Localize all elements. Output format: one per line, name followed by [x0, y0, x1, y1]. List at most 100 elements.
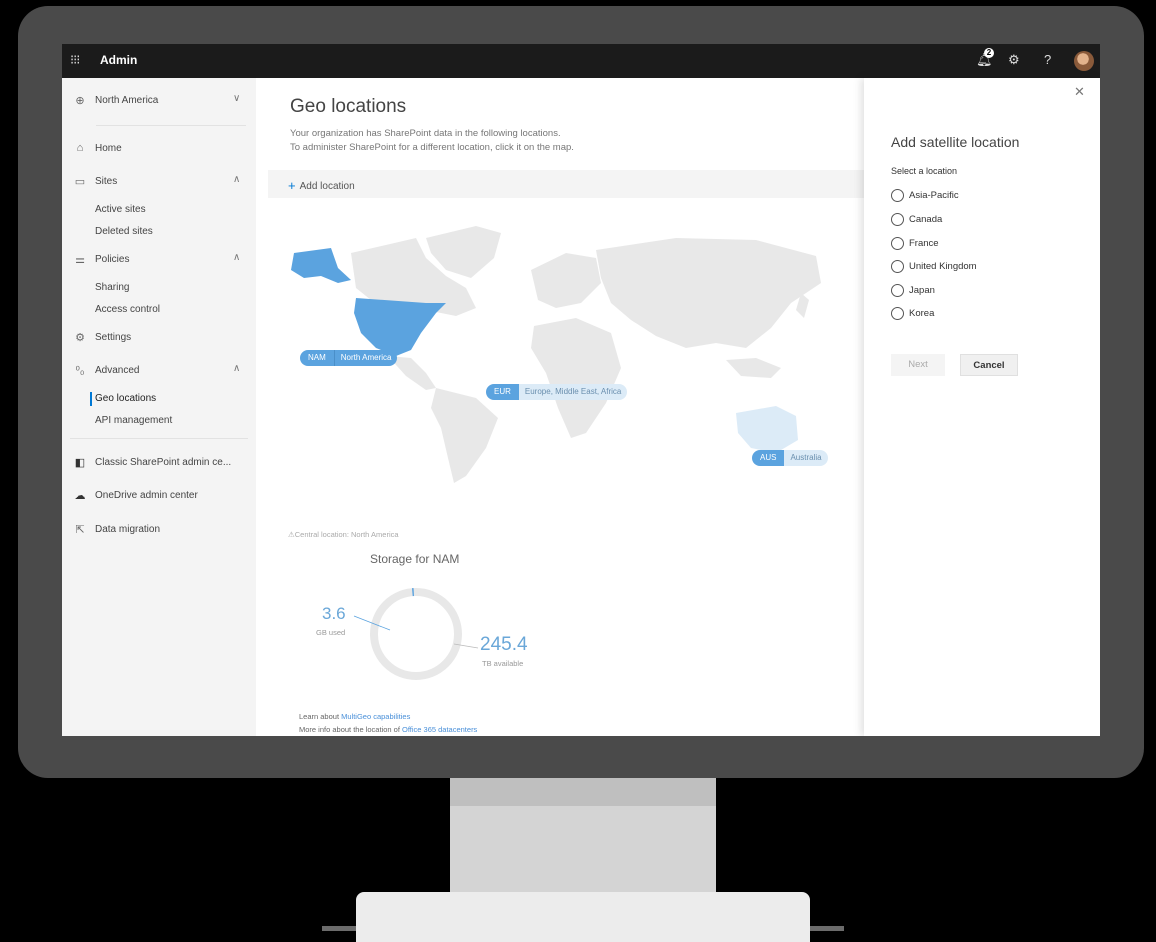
sidebar-item-sites[interactable]: ▭ Sites ∧	[62, 171, 256, 193]
datacenters-link[interactable]: Office 365 datacenters	[402, 725, 477, 734]
select-location-label: Select a location	[891, 166, 958, 176]
region-selector[interactable]: ⊕ North America ∨	[62, 90, 256, 112]
sidebar-item-api-management[interactable]: API management	[62, 410, 256, 432]
location-code: EUR	[486, 384, 519, 400]
location-pill-eur[interactable]: EUR Europe, Middle East, Africa	[486, 384, 628, 400]
next-button[interactable]: Next	[891, 354, 945, 376]
radio-canada[interactable]: Canada	[891, 211, 942, 227]
command-bar: + Add location	[268, 170, 864, 198]
panel-title: Add satellite location	[891, 134, 1020, 150]
radio-label: Korea	[909, 307, 935, 319]
policies-icon: ⚌	[75, 254, 85, 266]
app-title: Admin	[100, 53, 138, 67]
sharepoint-icon: ◧	[74, 457, 86, 469]
help-icon[interactable]: ?	[1044, 52, 1051, 67]
sidebar-item-label: Home	[95, 143, 122, 154]
radio-japan[interactable]: Japan	[891, 282, 935, 298]
map-se-asia	[726, 358, 781, 378]
chevron-up-icon: ∧	[233, 252, 241, 263]
learn-more-text: Learn about MultiGeo capabilities	[299, 712, 410, 721]
sidebar: ⊕ North America ∨ ⌂ Home ▭ Sites ∧ Activ…	[62, 78, 256, 736]
radio-circle	[891, 236, 904, 250]
sidebar-item-label: Data migration	[95, 524, 161, 535]
radio-korea[interactable]: Korea	[891, 305, 934, 321]
storage-title: Storage for NAM	[370, 552, 460, 566]
location-code: AUS	[752, 450, 785, 466]
sidebar-item-classic-sharepoint[interactable]: ◧ Classic SharePoint admin ce...	[62, 452, 256, 474]
page-description: Your organization has SharePoint data in…	[290, 128, 561, 139]
sidebar-item-deleted-sites[interactable]: Deleted sites	[62, 221, 256, 243]
more-info-text: More info about the location of Office 3…	[299, 725, 477, 734]
world-map[interactable]	[276, 208, 856, 488]
warning-icon: ⚠	[288, 530, 295, 539]
chevron-down-icon: ∨	[233, 93, 241, 104]
monitor-base-edge	[810, 926, 844, 931]
monitor-base-edge	[322, 926, 356, 931]
sidebar-item-advanced[interactable]: ⁰₀ Advanced ∧	[62, 360, 256, 382]
screen: ⁝⁝⁝ Admin 🔔︎ 2 ⚙ ? ⊕ North America ∨ ⌂ H…	[62, 44, 1100, 736]
main-content: Geo locations Your organization has Shar…	[256, 78, 864, 736]
map-usa	[354, 298, 446, 356]
sidebar-item-policies[interactable]: ⚌ Policies ∧	[62, 249, 256, 271]
central-location-note: ⚠Central location: North America	[288, 530, 399, 539]
home-icon: ⌂	[76, 142, 84, 154]
add-location-button[interactable]: + Add location	[288, 177, 355, 193]
notification-badge: 2	[984, 48, 994, 58]
radio-united-kingdom[interactable]: United Kingdom	[891, 258, 977, 274]
sidebar-item-settings[interactable]: ⚙ Settings	[62, 327, 256, 349]
cancel-button[interactable]: Cancel	[960, 354, 1018, 376]
sidebar-item-sharing[interactable]: Sharing	[62, 277, 256, 299]
monitor-base	[356, 892, 810, 942]
storage-available-value: 245.4	[480, 634, 528, 655]
multigeo-link[interactable]: MultiGeo capabilities	[341, 712, 410, 721]
radio-france[interactable]: France	[891, 235, 939, 251]
radio-label: United Kingdom	[909, 260, 977, 272]
location-pill-nam[interactable]: NAM North America	[300, 350, 398, 366]
radio-label: Canada	[909, 213, 943, 225]
location-name: Australia	[784, 450, 828, 466]
sidebar-item-access-control[interactable]: Access control	[62, 299, 256, 321]
close-icon[interactable]: ✕	[1074, 84, 1085, 100]
gear-icon[interactable]: ⚙	[1008, 52, 1020, 68]
storage-used-value: 3.6	[322, 604, 346, 623]
sidebar-item-label: Advanced	[95, 365, 140, 376]
page-title: Geo locations	[290, 96, 407, 117]
radio-circle	[891, 212, 904, 226]
app-launcher-icon[interactable]: ⁝⁝⁝	[70, 53, 84, 67]
migration-icon: ⇱	[75, 524, 85, 536]
radio-label: Japan	[909, 284, 935, 296]
sidebar-item-onedrive[interactable]: ☁ OneDrive admin center	[62, 485, 256, 507]
radio-label: France	[909, 237, 939, 249]
advanced-icon: ⁰₀	[75, 365, 85, 377]
gear-icon: ⚙	[75, 332, 85, 344]
map-asia	[596, 238, 821, 348]
divider	[70, 438, 248, 439]
radio-circle	[891, 188, 904, 202]
map-south-america	[431, 388, 498, 483]
radio-label: Asia-Pacific	[909, 189, 959, 201]
sidebar-item-label: API management	[95, 415, 173, 426]
map-africa	[531, 318, 621, 438]
sidebar-item-label: Sharing	[95, 282, 130, 293]
location-name: North America	[333, 350, 398, 366]
divider	[96, 125, 246, 126]
monitor-neck-shade	[450, 778, 716, 806]
central-location-text: Central location: North America	[294, 530, 399, 539]
top-bar: ⁝⁝⁝ Admin 🔔︎ 2 ⚙ ?	[62, 44, 1100, 78]
sidebar-item-data-migration[interactable]: ⇱ Data migration	[62, 519, 256, 541]
sidebar-item-active-sites[interactable]: Active sites	[62, 199, 256, 221]
avatar[interactable]	[1074, 51, 1094, 71]
plus-icon: +	[288, 178, 296, 193]
sidebar-item-label: Active sites	[95, 204, 146, 215]
sidebar-item-geo-locations[interactable]: Geo locations	[62, 388, 256, 410]
chevron-up-icon: ∧	[233, 174, 241, 185]
add-satellite-panel: ✕ Add satellite location Select a locati…	[864, 78, 1100, 736]
page-description: To administer SharePoint for a different…	[290, 142, 574, 153]
radio-asia-pacific[interactable]: Asia-Pacific	[891, 187, 959, 203]
location-pill-aus[interactable]: AUS Australia	[752, 450, 828, 466]
storage-used-label: GB used	[316, 628, 346, 637]
sidebar-item-label: Access control	[95, 304, 161, 315]
radio-circle	[891, 259, 904, 273]
map-europe	[531, 253, 601, 308]
sidebar-item-home[interactable]: ⌂ Home	[62, 138, 256, 160]
